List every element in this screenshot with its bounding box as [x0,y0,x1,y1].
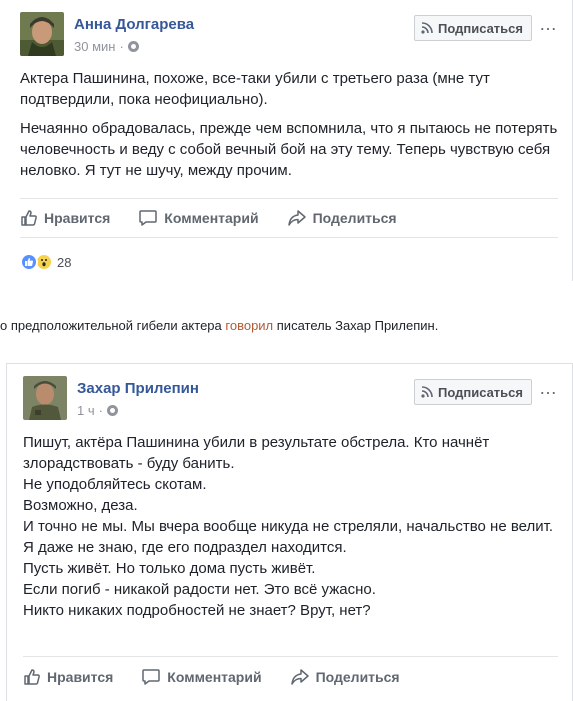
comment-icon [139,210,158,226]
author-name[interactable]: Анна Долгарева [74,16,194,33]
comment-label: Комментарий [164,210,259,226]
post-time[interactable]: 30 мин [74,39,115,54]
action-bar: Нравится Комментарий Поделиться [20,198,558,238]
share-icon [287,210,306,226]
post-text: Актера Пашинина, похоже, все-таки убили … [20,68,558,189]
share-button[interactable]: Поделиться [290,668,400,686]
share-label: Поделиться [315,668,400,685]
subscribe-button[interactable]: Подписаться [413,15,532,41]
share-button[interactable]: Поделиться [287,209,397,227]
author-name[interactable]: Захар Прилепин [77,380,199,397]
like-button[interactable]: Нравится [23,668,113,686]
comment-button[interactable]: Комментарий [141,668,262,686]
like-reaction-icon [20,253,38,271]
post-time[interactable]: 1 ч [77,403,95,418]
post-line: Не уподобляйтесь скотам. [23,476,207,493]
like-label: Нравится [47,668,114,685]
rss-icon [421,22,433,34]
globe-icon [106,405,118,416]
post-line: Я даже не знаю, где его подраздел находи… [23,539,347,556]
action-bar: Нравится Комментарий Поделиться [23,656,558,696]
share-icon [290,668,309,685]
thumbs-up-icon [21,210,37,226]
thumbs-up-icon [24,668,40,685]
post-paragraph: Актера Пашинина, похоже, все-таки убили … [20,70,490,108]
post-meta: 1 ч · [77,403,118,418]
comment-label: Комментарий [167,668,262,685]
post-paragraph: Нечаянно обрадовалась, прежде чем вспомн… [20,120,558,179]
post-line: Если погиб - никакой радости нет. Это вс… [23,581,376,598]
post-line: Никто никаких подробностей не знает? Вру… [23,602,371,619]
post-text: Пишут, актёра Пашинина убили в результат… [23,432,558,621]
subscribe-button[interactable]: Подписаться [413,379,532,405]
reactions-summary[interactable]: 28 [20,253,71,271]
globe-icon [127,41,139,52]
more-options-icon[interactable]: … [539,14,558,35]
post-line: И точно не мы. Мы вчера вообще никуда не… [23,518,553,535]
rss-icon [421,386,433,398]
post-line: Пишут, актёра Пашинина убили в результат… [23,434,490,472]
subscribe-label: Подписаться [437,384,523,400]
like-button[interactable]: Нравится [20,209,110,227]
reactions-count: 28 [57,254,72,270]
post-line: Возможно, деза. [23,497,138,514]
avatar[interactable] [20,12,64,56]
avatar[interactable] [23,376,67,420]
more-options-icon[interactable]: … [539,378,558,399]
article-caption: о предположительной гибели актера говори… [0,318,439,333]
caption-link[interactable]: говорил [225,318,273,333]
post-line: Пусть живёт. Но только дома пусть живёт. [23,560,316,577]
post-anna-dolgareva: Анна Долгарева 30 мин · Подписаться … Ак… [4,0,573,281]
comment-icon [142,668,161,685]
post-meta: 30 мин · [74,39,139,54]
subscribe-label: Подписаться [437,20,523,36]
comment-button[interactable]: Комментарий [138,209,259,227]
share-label: Поделиться [312,210,397,226]
post-zakhar-prilepin: Захар Прилепин 1 ч · Подписаться … Пишут… [6,363,573,701]
like-label: Нравится [44,210,111,226]
